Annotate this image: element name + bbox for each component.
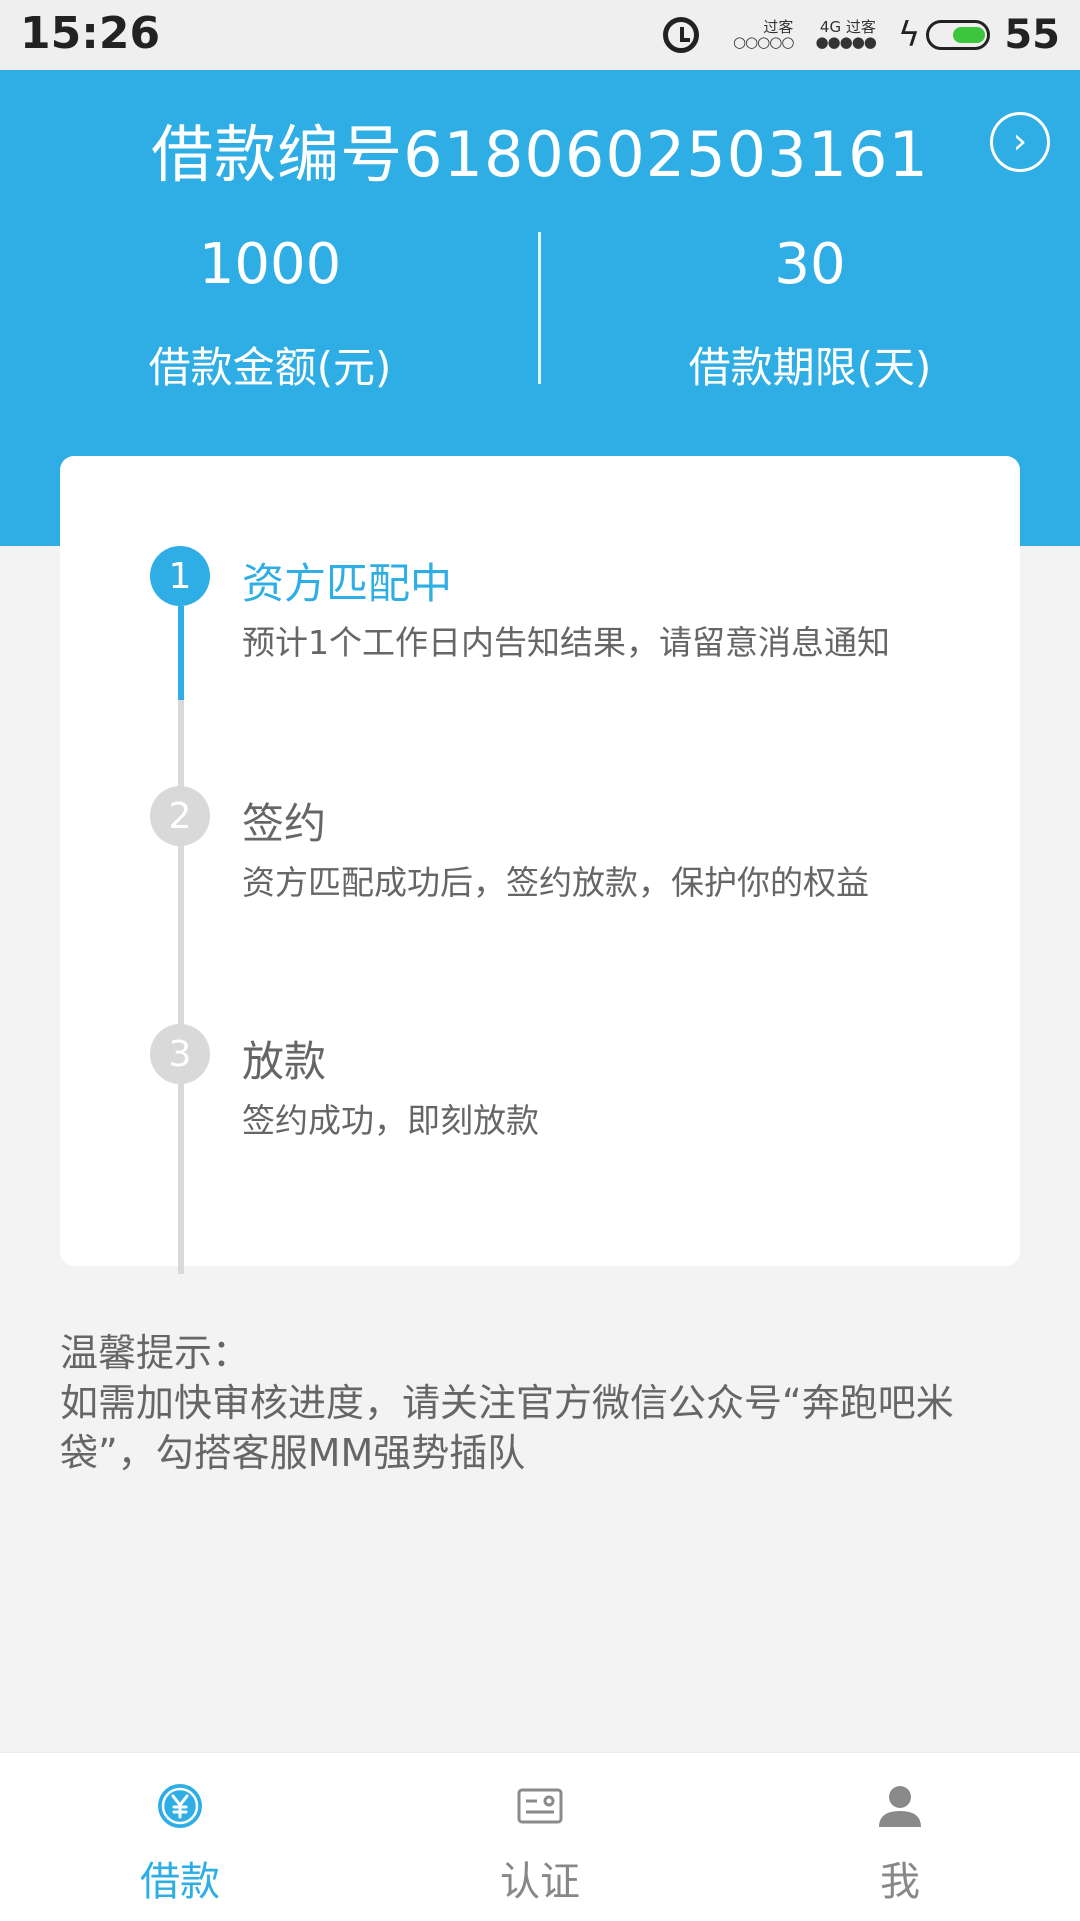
step-3-title: 放款 <box>242 1037 327 1086</box>
loan-number-title: 借款编号6180602503161 <box>151 118 929 191</box>
battery-icon <box>926 20 991 50</box>
loan-term-value: 30 <box>774 232 846 297</box>
loan-amount-label: 借款金额(元) <box>148 343 392 392</box>
tips-body: 如需加快审核进度，请关注官方微信公众号“奔跑吧米袋”，勾搭客服MM强势插队 <box>60 1381 954 1475</box>
id-card-icon <box>517 1788 563 1824</box>
sim2-signal: ●●●●● <box>815 33 876 51</box>
tab-me[interactable]: 我 <box>720 1753 1080 1921</box>
sim1-signal: ○○○○○ <box>732 33 794 51</box>
user-icon <box>879 1786 921 1827</box>
step-2-badge: 2 <box>150 786 210 846</box>
step-1-desc: 预计1个工作日内告知结果，请留意消息通知 <box>242 623 890 662</box>
loan-amount-value: 1000 <box>198 232 342 297</box>
tab-verify[interactable]: 认证 <box>360 1753 720 1921</box>
step-1-title: 资方匹配中 <box>242 559 453 608</box>
sim2-signal-icon: 4G 过客 ●●●●● <box>815 20 876 51</box>
tab-me-label: 我 <box>880 1859 920 1905</box>
sim1-signal-icon: 过客 ○○○○○ <box>732 20 794 51</box>
step-2-desc: 资方匹配成功后，签约放款，保护你的权益 <box>242 863 869 902</box>
step-3-badge: 3 <box>150 1024 210 1084</box>
progress-card: 1 资方匹配中 预计1个工作日内告知结果，请留意消息通知 2 签约 资方匹配成功… <box>60 456 1020 1274</box>
status-time: 15:26 <box>20 8 161 59</box>
step-3-desc: 签约成功，即刻放款 <box>242 1101 539 1140</box>
yuan-icon <box>158 1784 202 1828</box>
bottom-tab-bar: 借款 认证 我 <box>0 1752 1080 1921</box>
loan-term-label: 借款期限(天) <box>688 343 932 392</box>
tab-verify-label: 认证 <box>500 1859 580 1905</box>
battery-level: 55 <box>1004 12 1060 58</box>
tab-loan[interactable]: 借款 <box>0 1753 360 1921</box>
tips: 温馨提示： 如需加快审核进度，请关注官方微信公众号“奔跑吧米袋”，勾搭客服MM强… <box>60 1328 1020 1478</box>
tips-heading: 温馨提示： <box>60 1331 251 1375</box>
progress-track-active <box>178 606 184 700</box>
charging-icon: ϟ <box>897 15 921 55</box>
chevron-right-icon[interactable]: › <box>990 112 1050 172</box>
tab-loan-label: 借款 <box>140 1859 220 1905</box>
status-icons: 过客 ○○○○○ 4G 过客 ●●●●● ϟ 55 <box>662 8 1060 62</box>
step-2-title: 签约 <box>242 799 327 848</box>
alarm-icon <box>662 17 699 53</box>
step-1-badge: 1 <box>150 546 210 606</box>
status-bar: 15:26 过客 ○○○○○ 4G 过客 ●●●●● ϟ 55 <box>0 0 1080 70</box>
